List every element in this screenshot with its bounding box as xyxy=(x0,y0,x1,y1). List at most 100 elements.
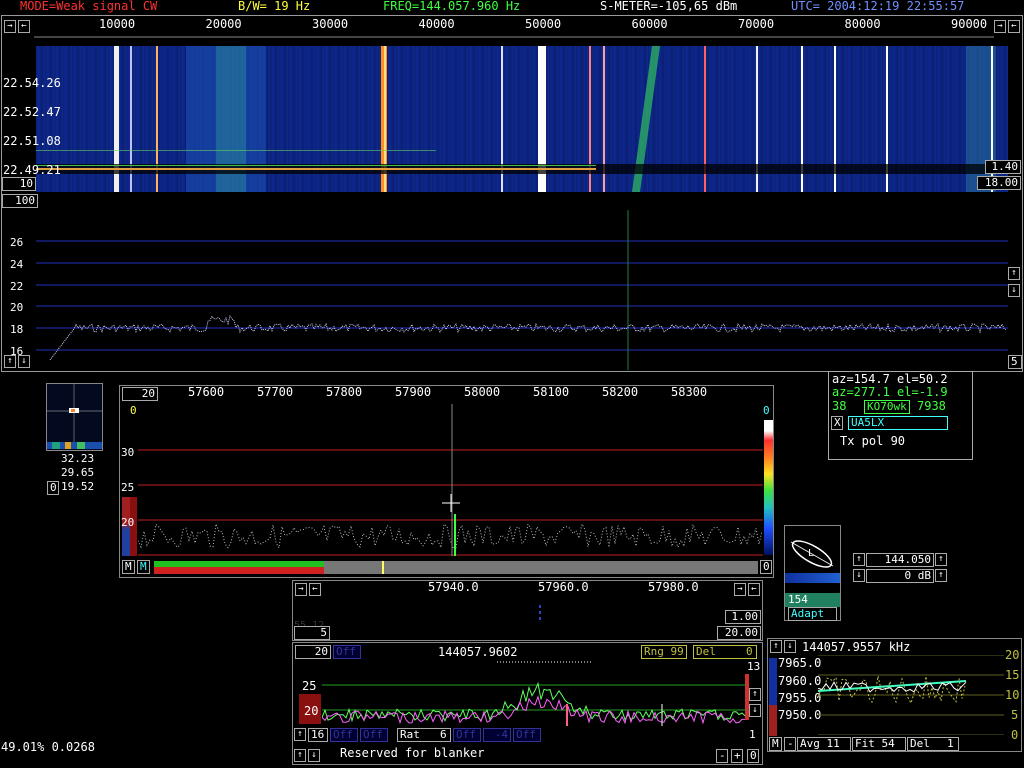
cpu-load-readout: 49.01% 0.0268 xyxy=(1,740,95,754)
fine-16-box[interactable]: 16 xyxy=(308,728,328,742)
fine-minus4-box[interactable]: -4 xyxy=(483,728,511,742)
zoom-spectrum-plot xyxy=(138,404,763,556)
mode-indicator[interactable]: MODE=Weak signal CW xyxy=(20,0,157,12)
fine-minus-button[interactable]: - xyxy=(716,749,728,763)
tx-db-box[interactable]: 0 dB xyxy=(866,569,934,583)
fine-off-button-2[interactable]: Off xyxy=(330,728,358,742)
spectrum-right-up-button[interactable]: ↑ xyxy=(1008,267,1020,280)
main-scale-tick-8: 90000 xyxy=(951,17,988,31)
ratio-label: Rat xyxy=(400,728,420,741)
freq-left-7965: 7965.0 xyxy=(778,656,822,670)
waterfall-gain-box[interactable]: 1.40 xyxy=(985,160,1021,174)
fine-right-up-button[interactable]: ↑ xyxy=(749,688,761,701)
fine-bottom-up-button[interactable]: ↑ xyxy=(294,749,306,762)
fine-waterfall-marks xyxy=(539,605,541,620)
dx-callsign-box[interactable]: UA5LX xyxy=(848,416,948,430)
zoom-m2-button[interactable]: M xyxy=(137,560,150,574)
tx-frequency-box[interactable]: 144.050 xyxy=(866,553,934,567)
adapt-button[interactable]: Adapt xyxy=(788,607,837,621)
own-locator-box[interactable]: KO70wk xyxy=(864,400,910,414)
frequency-indicator[interactable]: FREQ=144.057.960 Hz xyxy=(383,0,520,12)
fine-scroll-right-button-2[interactable]: → xyxy=(734,583,746,596)
zoom-scale-tick-0: 57600 xyxy=(188,385,225,399)
fine-scroll-left-button-2[interactable]: ← xyxy=(748,583,760,596)
main-scale-tick-1: 20000 xyxy=(205,17,242,31)
zoom-spectrum-plot-area[interactable] xyxy=(138,404,763,556)
zoom-bar-right-box[interactable]: 0 xyxy=(760,560,772,574)
fine-center-frequency: 144057.9602 xyxy=(438,645,518,659)
spectrum-right-box[interactable]: 5 xyxy=(1008,355,1022,369)
spectrum-down-button[interactable]: ↓ xyxy=(18,355,30,368)
fine-waterfall-plot[interactable] xyxy=(294,600,724,640)
freq-right-0: 0 xyxy=(1011,728,1019,742)
fine-off-button-1[interactable]: Off xyxy=(333,645,361,659)
spectrum-right-down-button[interactable]: ↓ xyxy=(1008,284,1020,297)
range-box[interactable]: Rng 99 xyxy=(641,645,687,659)
fine-wf-left-box[interactable]: 5 xyxy=(294,626,330,640)
waterfall-speed-box[interactable]: 10 xyxy=(2,177,36,191)
waterfall-display[interactable] xyxy=(36,46,1008,192)
eme-number-1: 38 xyxy=(832,399,847,413)
fine-bottom-down-button[interactable]: ↓ xyxy=(308,749,320,762)
average-box[interactable]: Avg 11 xyxy=(797,737,851,751)
zoom-m1-button[interactable]: M xyxy=(122,560,135,574)
fine-wf-gain-box[interactable]: 1.00 xyxy=(725,610,761,624)
spectrum-y-18: 18 xyxy=(10,323,24,336)
polarization-value: 154 xyxy=(788,593,808,606)
fine-right-top-value: 13 xyxy=(747,660,761,673)
polarization-scale xyxy=(785,573,840,583)
fine-spectrum-plot-area[interactable] xyxy=(322,660,746,726)
main-frequency-scale[interactable]: 10000 20000 30000 40000 50000 60000 70000 80000… xyxy=(34,16,994,38)
fine-scroll-right-button[interactable]: → xyxy=(295,583,307,596)
scroll-right-button[interactable]: → xyxy=(4,20,16,33)
freq-plot-up-button[interactable]: ↑ xyxy=(770,640,782,653)
freq-track-plot xyxy=(818,655,1004,735)
scroll-left-button[interactable]: ← xyxy=(18,20,30,33)
small-wf-zero-box[interactable]: 0 xyxy=(47,481,59,495)
tx-db-up-button[interactable]: ↑ xyxy=(935,569,947,582)
main-scale-tick-0: 10000 xyxy=(99,17,136,31)
fine-frequency-scale[interactable]: 57940.0 57960.0 57980.0 xyxy=(323,580,733,598)
fine-plus-button[interactable]: + xyxy=(731,749,743,763)
main-scroll-right-button[interactable]: → xyxy=(994,20,1006,33)
bandwidth-indicator[interactable]: B/W= 19 Hz xyxy=(238,0,310,12)
waterfall-zero-box[interactable]: 18.00 xyxy=(977,176,1021,190)
spectrum-up-button[interactable]: ↑ xyxy=(4,355,16,368)
fine-zero-button[interactable]: 0 xyxy=(747,749,759,763)
tx-freq-up-button-2[interactable]: ↑ xyxy=(935,553,947,566)
tx-freq-up-button[interactable]: ↑ xyxy=(853,553,865,566)
main-spectrum[interactable] xyxy=(36,210,1008,370)
freq-right-5: 5 xyxy=(1011,708,1019,722)
tx-polarization: Tx pol 90 xyxy=(840,434,906,448)
fine-off-button-5[interactable]: Off xyxy=(513,728,541,742)
tx-db-down-button[interactable]: ↓ xyxy=(853,569,865,582)
fine-off-button-3[interactable]: Off xyxy=(360,728,388,742)
main-scroll-left-button[interactable]: ← xyxy=(1008,20,1020,33)
zoom-filter-bar[interactable] xyxy=(154,561,758,574)
spectrum-y-24: 24 xyxy=(10,258,24,271)
zoom-frequency-scale[interactable]: 57600 57700 57800 57900 58000 58100 58200 58300 xyxy=(130,386,770,406)
freq-track-plot-area[interactable] xyxy=(818,655,1004,735)
reserved-for-blanker: Reserved for blanker xyxy=(340,746,485,760)
freq-minus-button[interactable]: - xyxy=(784,737,796,751)
fit-box[interactable]: Fit 54 xyxy=(852,737,906,751)
main-spectrum-plot xyxy=(36,210,1008,370)
spectrum-average-box[interactable]: 100 xyxy=(2,194,38,208)
fine-right-down-button[interactable]: ↓ xyxy=(749,704,761,717)
freq-m-button[interactable]: M xyxy=(769,737,782,751)
fine-off-button-4[interactable]: Off xyxy=(453,728,481,742)
fine-wf-zero-box[interactable]: 20.00 xyxy=(717,626,761,640)
freq-plot-down-button[interactable]: ↓ xyxy=(784,640,796,653)
fine-gain-box[interactable]: 20 xyxy=(295,645,331,659)
freq-right-20: 20 xyxy=(1005,648,1020,662)
utc-clock: UTC= 2004:12:19 22:55:57 xyxy=(791,0,965,13)
fine-left-up-button[interactable]: ↑ xyxy=(294,728,306,741)
fine-y-25: 25 xyxy=(302,679,317,693)
small-waterfall[interactable] xyxy=(46,383,103,451)
zoom-scale-tick-1: 57700 xyxy=(257,385,294,399)
zoom-filter-red xyxy=(154,567,324,574)
close-x-button[interactable]: X xyxy=(831,416,843,430)
moon-az-el-2: az=277.1 el=-1.9 xyxy=(832,385,948,399)
freq-right-10: 10 xyxy=(1005,688,1020,702)
fine-scroll-left-button[interactable]: ← xyxy=(309,583,321,596)
